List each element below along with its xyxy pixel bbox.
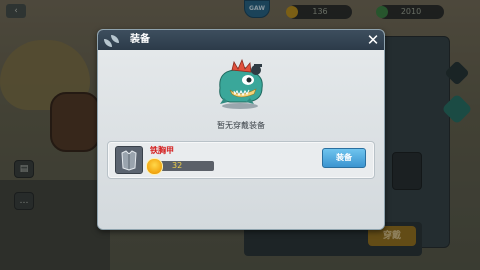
iron-chestplate-icon bbox=[115, 146, 143, 174]
dialog-title: 装备 bbox=[130, 34, 150, 45]
equip-button[interactable]: 装备 bbox=[322, 148, 366, 168]
star-icon bbox=[146, 158, 163, 175]
leaf-icon bbox=[102, 33, 122, 48]
dialog-body: 暂无穿戴装备 铁胸甲 32 装备 bbox=[98, 50, 384, 229]
item-name: 铁胸甲 bbox=[150, 146, 174, 155]
stat-bar bbox=[154, 161, 214, 171]
equipment-list-item: 铁胸甲 32 装备 bbox=[107, 141, 375, 179]
close-button[interactable]: ✕ bbox=[364, 31, 382, 49]
dialog-header: 装备 ✕ bbox=[98, 30, 384, 58]
dinosaur-mascot-icon bbox=[219, 58, 263, 109]
stat-value: 32 bbox=[172, 161, 183, 170]
equipment-dialog: 装备 ✕ 暂无穿戴装备 铁胸甲 32 装备 bbox=[97, 29, 385, 230]
empty-equipment-message: 暂无穿戴装备 bbox=[217, 121, 265, 130]
